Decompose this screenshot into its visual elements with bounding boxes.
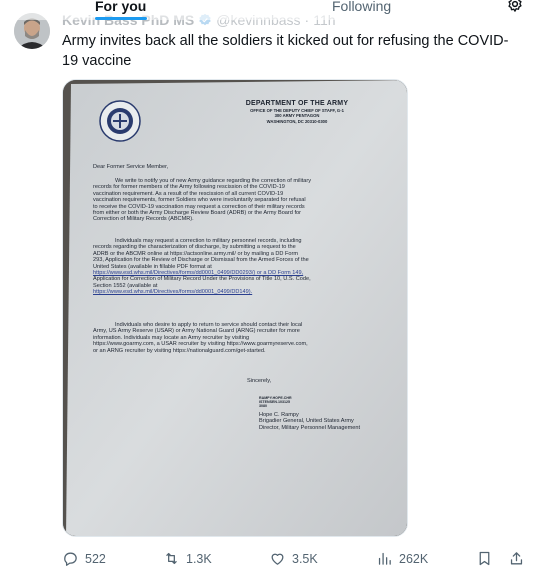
heart-icon — [271, 553, 284, 565]
active-tab-indicator — [95, 17, 147, 20]
views-button[interactable]: 262K — [376, 550, 428, 567]
letterhead-title: DEPARTMENT OF THE ARMY — [245, 100, 349, 107]
share-icon — [510, 552, 523, 565]
like-count: 3.5K — [292, 551, 318, 566]
closing: Sincerely, — [247, 378, 272, 384]
view-count: 262K — [399, 551, 429, 566]
salutation: Dear Former Service Member, — [93, 164, 169, 170]
paragraph-2: Individuals may request a correction to … — [93, 238, 311, 296]
repost-icon — [166, 552, 177, 565]
digital-signature: RAMPY.HOPE.CHR ISTENSEN.103125 3080 — [259, 396, 292, 409]
letterhead-address: OFFICE OF THE DEPUTY CHIEF OF STAFF, G-1… — [250, 108, 344, 124]
paragraph-3: Individuals who desire to apply to retur… — [93, 322, 308, 354]
repost-button[interactable]: 1.3K — [163, 550, 212, 567]
tweet-image[interactable]: DEPARTMENT OF THE ARMY OFFICE OF THE DEP… — [62, 79, 408, 537]
tweet-actions: 522 1.3K 3.5K 262K — [62, 550, 532, 568]
paper-photo — [63, 80, 407, 536]
repost-count: 1.3K — [186, 551, 212, 566]
paragraph-1: We write to notify you of new Army guida… — [93, 178, 312, 223]
tab-for-you[interactable]: For you — [95, 0, 146, 14]
share-button[interactable] — [508, 550, 525, 567]
reply-count: 522 — [85, 551, 106, 566]
tweet-text: Army invites back all the soldiers it ki… — [62, 33, 509, 69]
reply-button[interactable]: 522 — [62, 550, 106, 567]
like-button[interactable]: 3.5K — [269, 550, 318, 567]
signature-block: Hope C. Rampy Brigadier General, United … — [259, 412, 361, 431]
gear-icon[interactable] — [506, 0, 524, 13]
bookmark-button[interactable] — [476, 550, 493, 567]
bookmark-icon — [479, 551, 490, 566]
top-navigation: For you Following — [0, 0, 535, 24]
speech-bubble-icon — [64, 552, 77, 566]
army-seal-icon — [99, 100, 141, 142]
bar-chart-icon — [378, 552, 391, 565]
tab-following[interactable]: Following — [332, 0, 391, 14]
